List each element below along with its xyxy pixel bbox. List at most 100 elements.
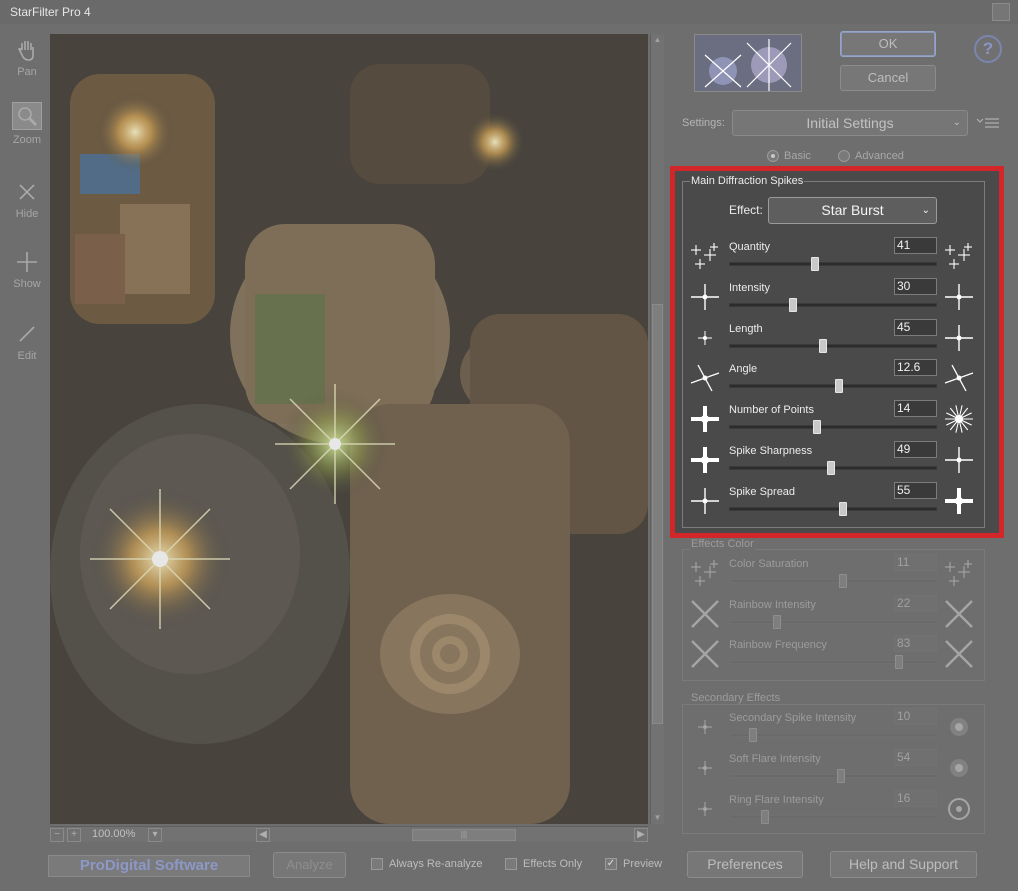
preview-horizontal-scrollbar[interactable]: ◀ ||| ▶ bbox=[256, 828, 648, 842]
scroll-left-icon[interactable]: ◀ bbox=[256, 828, 270, 842]
scroll-thumb[interactable] bbox=[652, 304, 663, 724]
rainbow-frequency-label: Rainbow Frequency bbox=[729, 639, 827, 651]
quantity-value-field[interactable]: 41 bbox=[894, 237, 937, 254]
color-saturation-value-field[interactable]: 11 bbox=[894, 554, 937, 571]
rainbow-intensity-slider-track[interactable] bbox=[729, 619, 937, 624]
preferences-button[interactable]: Preferences bbox=[687, 851, 803, 878]
hand-icon bbox=[8, 36, 46, 64]
settings-select[interactable]: Initial Settings ⌄ bbox=[732, 110, 968, 136]
spike-sharpness-slider-thumb[interactable] bbox=[827, 461, 835, 475]
intensity-value-field[interactable]: 30 bbox=[894, 277, 937, 295]
angle-row: Angle 12.6 bbox=[686, 359, 982, 403]
settings-menu-icon[interactable] bbox=[976, 116, 1000, 130]
color-saturation-slider-track[interactable] bbox=[729, 579, 937, 583]
color-saturation-slider-thumb[interactable] bbox=[839, 574, 847, 588]
secondary-spike-intensity-value-field[interactable]: 10 bbox=[894, 708, 937, 725]
soft-flare-intensity-slider-thumb[interactable] bbox=[837, 768, 845, 783]
cancel-button[interactable]: Cancel bbox=[840, 65, 936, 91]
spike-spread-slider-track[interactable] bbox=[729, 506, 937, 511]
spike-sharpness-value-field[interactable]: 49 bbox=[894, 441, 937, 458]
number-of-points-slider-thumb[interactable] bbox=[813, 420, 821, 435]
ok-button[interactable]: OK bbox=[840, 31, 936, 57]
number-of-points-value-field[interactable]: 14 bbox=[894, 400, 937, 418]
quantity-min-icon bbox=[688, 241, 722, 271]
spike-spread-value-field[interactable]: 55 bbox=[894, 481, 937, 499]
checkmark-icon: ✓ bbox=[605, 858, 617, 870]
mode-basic-radio[interactable]: Basic bbox=[767, 150, 811, 162]
quantity-slider-track[interactable] bbox=[729, 262, 937, 266]
number-of-points-min-icon bbox=[688, 404, 722, 434]
angle-max-icon bbox=[942, 363, 976, 393]
intensity-row: Intensity 30 bbox=[686, 277, 982, 322]
effect-select[interactable]: Star Burst ⌄ bbox=[768, 197, 937, 224]
scroll-right-icon[interactable]: ▶ bbox=[634, 828, 648, 842]
intensity-slider-thumb[interactable] bbox=[789, 297, 797, 312]
rainbow-intensity-label: Rainbow Intensity bbox=[729, 598, 816, 611]
zoom-level: 100.00% bbox=[92, 828, 136, 840]
always-reanalyze-checkbox[interactable]: Always Re-analyze bbox=[371, 858, 483, 870]
spike-spread-row: Spike Spread 55 bbox=[686, 481, 982, 526]
pan-tool[interactable]: Pan bbox=[8, 36, 46, 78]
number-of-points-label: Number of Points bbox=[729, 404, 814, 417]
angle-value-field[interactable]: 12.6 bbox=[894, 359, 937, 377]
window-close-button[interactable] bbox=[992, 3, 1010, 21]
effects-only-checkbox[interactable]: Effects Only bbox=[505, 858, 582, 870]
length-label: Length bbox=[729, 322, 763, 335]
zoom-out-icon[interactable]: − bbox=[50, 828, 64, 842]
secondary-effects-title: Secondary Effects bbox=[690, 692, 782, 704]
secondary-spike-intensity-slider-track[interactable] bbox=[729, 733, 937, 737]
length-max-icon bbox=[942, 323, 976, 353]
angle-slider-thumb[interactable] bbox=[835, 379, 843, 394]
secondary-spike-intensity-slider-thumb[interactable] bbox=[749, 728, 757, 742]
ring-flare-intensity-slider-thumb[interactable] bbox=[761, 809, 769, 824]
soft-flare-intensity-row: Soft Flare Intensity 54 bbox=[686, 748, 982, 793]
length-slider-track[interactable] bbox=[729, 343, 937, 348]
secondary-spike-intensity-label: Secondary Spike Intensity bbox=[729, 712, 857, 724]
edit-tool[interactable]: Edit bbox=[8, 320, 46, 362]
color-saturation-min-icon bbox=[688, 558, 722, 588]
soft-flare-intensity-label: Soft Flare Intensity bbox=[729, 752, 821, 765]
soft-flare-intensity-value-field[interactable]: 54 bbox=[894, 748, 937, 766]
spike-spread-slider-thumb[interactable] bbox=[839, 501, 847, 516]
intensity-slider-track[interactable] bbox=[729, 302, 937, 307]
radio-selected-icon bbox=[767, 150, 779, 162]
color-saturation-row: Color Saturation 11 bbox=[686, 554, 982, 598]
scroll-down-icon[interactable]: ▼ bbox=[652, 812, 663, 824]
angle-slider-track[interactable] bbox=[729, 384, 937, 389]
rainbow-intensity-value-field[interactable]: 22 bbox=[894, 594, 937, 612]
mode-advanced-radio[interactable]: Advanced bbox=[838, 150, 904, 162]
scroll-up-icon[interactable]: ▲ bbox=[652, 34, 663, 46]
rainbow-intensity-slider-thumb[interactable] bbox=[773, 614, 781, 629]
brand-logo: ProDigital Software bbox=[48, 855, 250, 877]
effect-thumbnail bbox=[694, 34, 802, 92]
help-icon[interactable]: ? bbox=[974, 35, 1002, 63]
spike-sharpness-min-icon bbox=[688, 445, 722, 475]
number-of-points-slider-track[interactable] bbox=[729, 425, 937, 430]
hide-tool[interactable]: Hide bbox=[8, 178, 46, 220]
image-preview[interactable] bbox=[50, 34, 648, 824]
color-saturation-label: Color Saturation bbox=[729, 558, 809, 570]
ring-flare-intensity-min-icon bbox=[688, 794, 722, 824]
checkbox-icon bbox=[371, 858, 383, 870]
secondary-spike-intensity-max-icon bbox=[942, 712, 976, 742]
quantity-slider-thumb[interactable] bbox=[811, 257, 819, 271]
zoom-dropdown-icon[interactable]: ▾ bbox=[148, 828, 162, 842]
rainbow-frequency-row: Rainbow Frequency 83 bbox=[686, 635, 982, 679]
length-slider-thumb[interactable] bbox=[819, 338, 827, 353]
ring-flare-intensity-value-field[interactable]: 16 bbox=[894, 789, 937, 807]
zoom-tool[interactable]: Zoom bbox=[8, 102, 46, 146]
analyze-button[interactable]: Analyze bbox=[273, 852, 346, 878]
help-support-button[interactable]: Help and Support bbox=[830, 851, 977, 878]
preview-checkbox[interactable]: ✓ Preview bbox=[605, 858, 662, 870]
soft-flare-intensity-slider-track[interactable] bbox=[729, 773, 937, 778]
hscroll-thumb[interactable]: ||| bbox=[412, 829, 516, 841]
rainbow-frequency-slider-thumb[interactable] bbox=[895, 655, 903, 669]
show-tool[interactable]: Show bbox=[8, 248, 46, 290]
rainbow-frequency-value-field[interactable]: 83 bbox=[894, 635, 937, 652]
length-value-field[interactable]: 45 bbox=[894, 318, 937, 336]
preview-vertical-scrollbar[interactable]: ▲ ▼ bbox=[650, 34, 664, 824]
zoom-in-icon[interactable]: + bbox=[67, 828, 81, 842]
rainbow-frequency-slider-track[interactable] bbox=[729, 660, 937, 664]
ring-flare-intensity-max-icon bbox=[942, 794, 976, 824]
soft-flare-intensity-max-icon bbox=[942, 753, 976, 783]
